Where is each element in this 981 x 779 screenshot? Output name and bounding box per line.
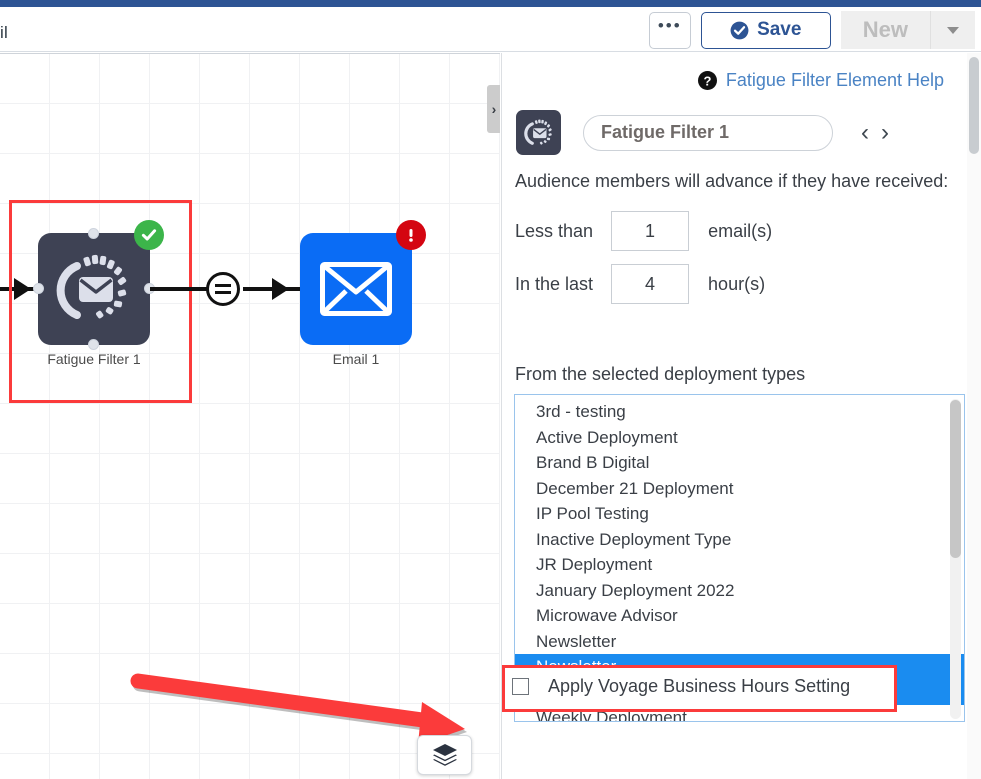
save-button-label: Save <box>757 19 801 41</box>
save-button[interactable]: Save <box>701 12 831 49</box>
panel-collapse-handle[interactable]: › <box>487 85 500 133</box>
element-nav-arrows: ‹ › <box>861 121 889 145</box>
hours-count-input[interactable]: 4 <box>611 264 689 304</box>
envelope-icon <box>320 262 392 316</box>
new-button-group: New <box>841 11 975 49</box>
toolbar: il ••• Save New <box>0 7 981 52</box>
element-type-icon-wrap <box>516 110 561 155</box>
condition-row-emails: Less than 1 email(s) <box>515 211 772 251</box>
node-fatigue-filter-label: Fatigue Filter 1 <box>47 351 140 367</box>
condition-emails-suffix: email(s) <box>708 221 772 242</box>
element-name-input[interactable]: Fatigue Filter 1 <box>583 115 833 151</box>
check-icon <box>140 226 158 244</box>
app-root: il ••• Save New <box>0 0 981 779</box>
list-item[interactable]: December 21 Deployment <box>515 476 965 502</box>
chevron-left-icon[interactable]: ‹ <box>861 121 869 145</box>
business-hours-checkbox[interactable] <box>512 678 529 695</box>
list-item[interactable]: Microwave Advisor <box>515 603 965 629</box>
list-item[interactable]: January Deployment 2022 <box>515 578 965 604</box>
chevron-right-icon[interactable]: › <box>881 121 889 145</box>
toolbar-actions: ••• Save New <box>649 11 975 49</box>
arrowhead-to-email <box>272 278 289 300</box>
list-item[interactable]: Brand B Digital <box>515 450 965 476</box>
svg-text:?: ? <box>703 73 711 88</box>
emails-count-input[interactable]: 1 <box>611 211 689 251</box>
port-left[interactable] <box>33 283 44 294</box>
business-hours-label: Apply Voyage Business Hours Setting <box>548 676 850 697</box>
list-item[interactable]: JR Deployment <box>515 552 965 578</box>
app-top-bar <box>0 0 981 7</box>
element-identity-row: Fatigue Filter 1 ‹ › <box>516 110 889 155</box>
list-item[interactable]: Inactive Deployment Type <box>515 527 965 553</box>
condition-hours-label: In the last <box>515 274 593 295</box>
layers-button[interactable] <box>417 735 472 775</box>
node-email-tile[interactable] <box>300 233 412 345</box>
fatigue-filter-icon <box>51 246 137 332</box>
condition-row-hours: In the last 4 hour(s) <box>515 264 765 304</box>
exclamation-icon <box>402 226 420 244</box>
condition-emails-label: Less than <box>515 221 593 242</box>
fatigue-filter-icon <box>522 116 556 150</box>
node-fatigue-filter-tile[interactable] <box>38 233 150 345</box>
breadcrumb: il <box>0 23 12 43</box>
question-circle-icon: ? <box>698 71 717 90</box>
help-link[interactable]: Fatigue Filter Element Help <box>726 70 944 91</box>
status-badge-error <box>396 220 426 250</box>
more-options-button[interactable]: ••• <box>649 12 691 49</box>
condition-hours-suffix: hour(s) <box>708 274 765 295</box>
deployment-types-label: From the selected deployment types <box>515 364 805 385</box>
page-scrollbar-track[interactable] <box>967 53 981 779</box>
node-email[interactable]: Email 1 <box>300 233 412 345</box>
page-scrollbar-thumb[interactable] <box>969 57 979 154</box>
flow-canvas[interactable]: Fatigue Filter 1 <box>0 53 500 779</box>
list-item[interactable]: Newsletter <box>515 629 965 655</box>
equals-bar-top <box>215 284 231 287</box>
status-badge-valid <box>134 220 164 250</box>
list-item[interactable]: IP Pool Testing <box>515 501 965 527</box>
port-top[interactable] <box>88 228 99 239</box>
equals-bar-bottom <box>215 291 231 294</box>
layers-icon <box>432 743 458 767</box>
node-email-label: Email 1 <box>333 351 380 367</box>
new-dropdown-button[interactable] <box>930 11 975 49</box>
connector-equals-node[interactable] <box>206 272 240 306</box>
chevron-down-icon <box>947 27 959 34</box>
business-hours-checkbox-row[interactable]: Apply Voyage Business Hours Setting <box>512 676 850 697</box>
help-row[interactable]: ? Fatigue Filter Element Help <box>698 70 944 91</box>
new-button[interactable]: New <box>841 11 930 49</box>
check-circle-icon <box>730 21 749 40</box>
node-fatigue-filter[interactable]: Fatigue Filter 1 <box>38 233 150 345</box>
port-bottom[interactable] <box>88 339 99 350</box>
listbox-scrollbar-thumb[interactable] <box>950 400 961 558</box>
list-item[interactable]: Active Deployment <box>515 425 965 451</box>
wire-fatigue-to-eq <box>150 287 208 291</box>
list-item[interactable]: 3rd - testing <box>515 399 965 425</box>
canvas-top-rule <box>0 53 500 54</box>
advance-condition-intro: Audience members will advance if they ha… <box>515 171 948 192</box>
